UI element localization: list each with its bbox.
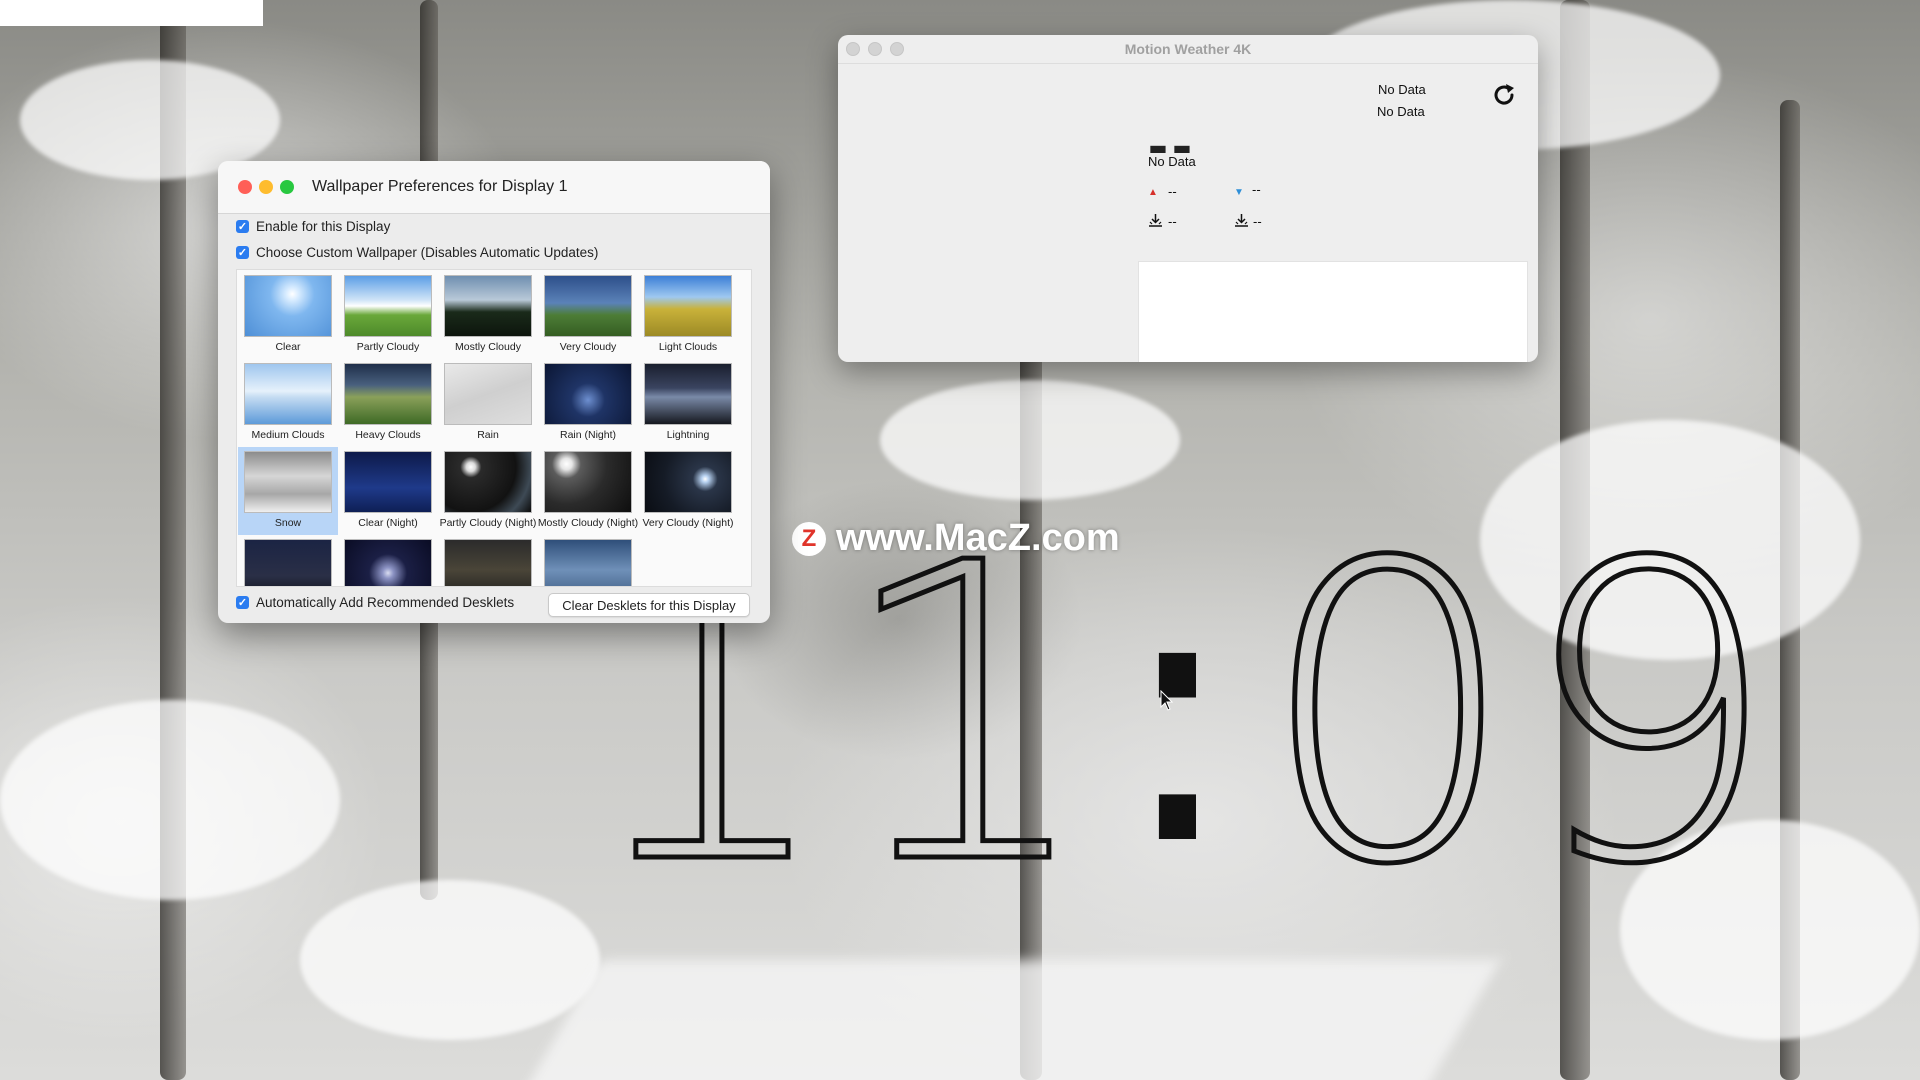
low-temp-value: --	[1252, 182, 1261, 197]
wallpaper-thumbnail	[244, 363, 332, 425]
clock-minute-digit: 9	[1516, 476, 1782, 954]
low-arrow-icon: ▼	[1234, 187, 1244, 198]
wallpaper-thumbnail	[444, 363, 532, 425]
high-temp-value: --	[1168, 184, 1177, 199]
wallpaper-preferences-window: Wallpaper Preferences for Display 1 ✓ En…	[218, 161, 770, 623]
wallpaper-label: Clear (Night)	[358, 517, 418, 529]
wallpaper-label: Medium Clouds	[251, 429, 325, 441]
enable-display-label: Enable for this Display	[256, 219, 391, 234]
wallpaper-tile-partly-cloudy[interactable]: Partly Cloudy	[338, 271, 438, 359]
close-button[interactable]	[238, 180, 252, 194]
wallpaper-thumbnail	[444, 451, 532, 513]
wallpaper-tile-mostly-cloudy-night[interactable]: Mostly Cloudy (Night)	[538, 447, 638, 535]
wallpaper-tile-very-cloudy[interactable]: Very Cloudy	[538, 271, 638, 359]
wallpaper-thumbnail	[544, 275, 632, 337]
clock-separator: :	[1116, 505, 1239, 924]
custom-wallpaper-checkbox-row[interactable]: ✓ Choose Custom Wallpaper (Disables Auto…	[236, 245, 598, 260]
sunrise-value: --	[1168, 214, 1177, 229]
wallpaper-tile-mostly-cloudy[interactable]: Mostly Cloudy	[438, 271, 538, 359]
condition-text: No Data	[1148, 154, 1196, 169]
custom-wallpaper-label: Choose Custom Wallpaper (Disables Automa…	[256, 245, 599, 260]
mouse-cursor-icon	[1160, 690, 1174, 711]
menu-bar-fragment	[0, 0, 263, 26]
wallpaper-thumbnail	[444, 539, 532, 586]
wallpaper-tile-snow[interactable]: Snow	[238, 447, 338, 535]
wallpaper-label: Clear	[275, 341, 301, 353]
wallpaper-tile-medium-clouds[interactable]: Medium Clouds	[238, 359, 338, 447]
window-title: Motion Weather 4K	[1124, 41, 1252, 57]
wallpaper-thumbnail	[244, 539, 332, 586]
wallpaper-thumbnail	[644, 275, 732, 337]
wallpaper-label: Partly Cloudy (Night)	[439, 517, 537, 529]
zoom-button[interactable]	[280, 180, 294, 194]
wallpaper-label: Very Cloudy	[559, 341, 617, 353]
wallpaper-thumbnail	[544, 539, 632, 586]
wallpaper-label: Mostly Cloudy (Night)	[537, 517, 639, 529]
wallpaper-label: Light Clouds	[658, 341, 718, 353]
wallpaper-thumbnail	[344, 539, 432, 586]
wallpaper-thumbnail	[344, 451, 432, 513]
wallpaper-tile[interactable]	[538, 535, 638, 586]
wallpaper-tile-partly-cloudy-night[interactable]: Partly Cloudy (Night)	[438, 447, 538, 535]
clock-hour-digit: 1	[833, 476, 1099, 954]
minimize-button[interactable]	[259, 180, 273, 194]
wallpaper-tile-clear[interactable]: Clear	[238, 271, 338, 359]
wallpaper-tile-heavy-clouds[interactable]: Heavy Clouds	[338, 359, 438, 447]
watermark-logo: Z	[792, 521, 826, 556]
wallpaper-thumbnail	[344, 275, 432, 337]
wallpaper-label: Heavy Clouds	[355, 429, 421, 441]
wallpaper-thumbnail	[444, 275, 532, 337]
clock-minute-digit: 0	[1256, 476, 1522, 954]
snowy-road	[519, 960, 1501, 1080]
sunset-value: --	[1253, 214, 1262, 229]
wallpaper-tile-clear-night[interactable]: Clear (Night)	[338, 447, 438, 535]
wallpaper-thumbnail	[544, 363, 632, 425]
wallpaper-label: Mostly Cloudy	[455, 341, 521, 353]
wallpaper-grid[interactable]: Clear Partly Cloudy Mostly Cloudy Very C…	[236, 269, 752, 587]
clear-desklets-button[interactable]: Clear Desklets for this Display	[548, 593, 750, 617]
wallpaper-tile-rain-night[interactable]: Rain (Night)	[538, 359, 638, 447]
enable-display-checkbox[interactable]: ✓	[236, 220, 249, 233]
wallpaper-tile-light-clouds[interactable]: Light Clouds	[638, 271, 738, 359]
auto-add-desklets-label: Automatically Add Recommended Desklets	[256, 595, 515, 610]
high-arrow-icon: ▲	[1148, 187, 1158, 198]
snow-clump	[0, 700, 340, 900]
wallpaper-tile[interactable]	[238, 535, 338, 586]
wallpaper-label: Partly Cloudy	[356, 341, 420, 353]
watermark: Z www.MacZ.com	[792, 517, 1120, 560]
wallpaper-tile[interactable]	[438, 535, 538, 586]
wallpaper-label: Snow	[274, 517, 302, 529]
auto-add-desklets-checkbox-row[interactable]: ✓ Automatically Add Recommended Desklets	[236, 595, 514, 610]
status-text: No Data	[1377, 104, 1425, 119]
weather-titlebar[interactable]: Motion Weather 4K	[838, 35, 1538, 64]
wallpaper-tile-lightning[interactable]: Lightning	[638, 359, 738, 447]
wallpaper-label: Rain (Night)	[559, 429, 617, 441]
wallpaper-thumbnail	[544, 451, 632, 513]
window-title: Wallpaper Preferences for Display 1	[312, 178, 568, 195]
wallpaper-thumbnail	[244, 451, 332, 513]
wallpaper-thumbnail	[644, 451, 732, 513]
wallpaper-thumbnail	[644, 363, 732, 425]
wallpaper-label: Rain	[477, 429, 499, 441]
forecast-panel	[1138, 261, 1528, 362]
enable-display-checkbox-row[interactable]: ✓ Enable for this Display	[236, 219, 390, 234]
auto-add-desklets-checkbox[interactable]: ✓	[236, 596, 249, 609]
sunrise-icon	[1149, 214, 1162, 227]
watermark-text: www.MacZ.com	[836, 517, 1120, 559]
sunset-icon	[1235, 214, 1248, 227]
wallpaper-tile-very-cloudy-night[interactable]: Very Cloudy (Night)	[638, 447, 738, 535]
wallpaper-label: Very Cloudy (Night)	[642, 517, 734, 529]
wallpaper-tile-rain[interactable]: Rain	[438, 359, 538, 447]
custom-wallpaper-checkbox[interactable]: ✓	[236, 246, 249, 259]
weather-window: Motion Weather 4K No Data No Data -- No …	[838, 35, 1538, 362]
snow-clump	[300, 880, 600, 1040]
wallpaper-tile[interactable]	[338, 535, 438, 586]
prefs-titlebar[interactable]: Wallpaper Preferences for Display 1	[218, 161, 770, 214]
refresh-icon[interactable]	[1490, 81, 1518, 109]
wallpaper-thumbnail	[244, 275, 332, 337]
wallpaper-label: Lightning	[666, 429, 710, 441]
status-text: No Data	[1378, 82, 1426, 97]
wallpaper-thumbnail	[344, 363, 432, 425]
